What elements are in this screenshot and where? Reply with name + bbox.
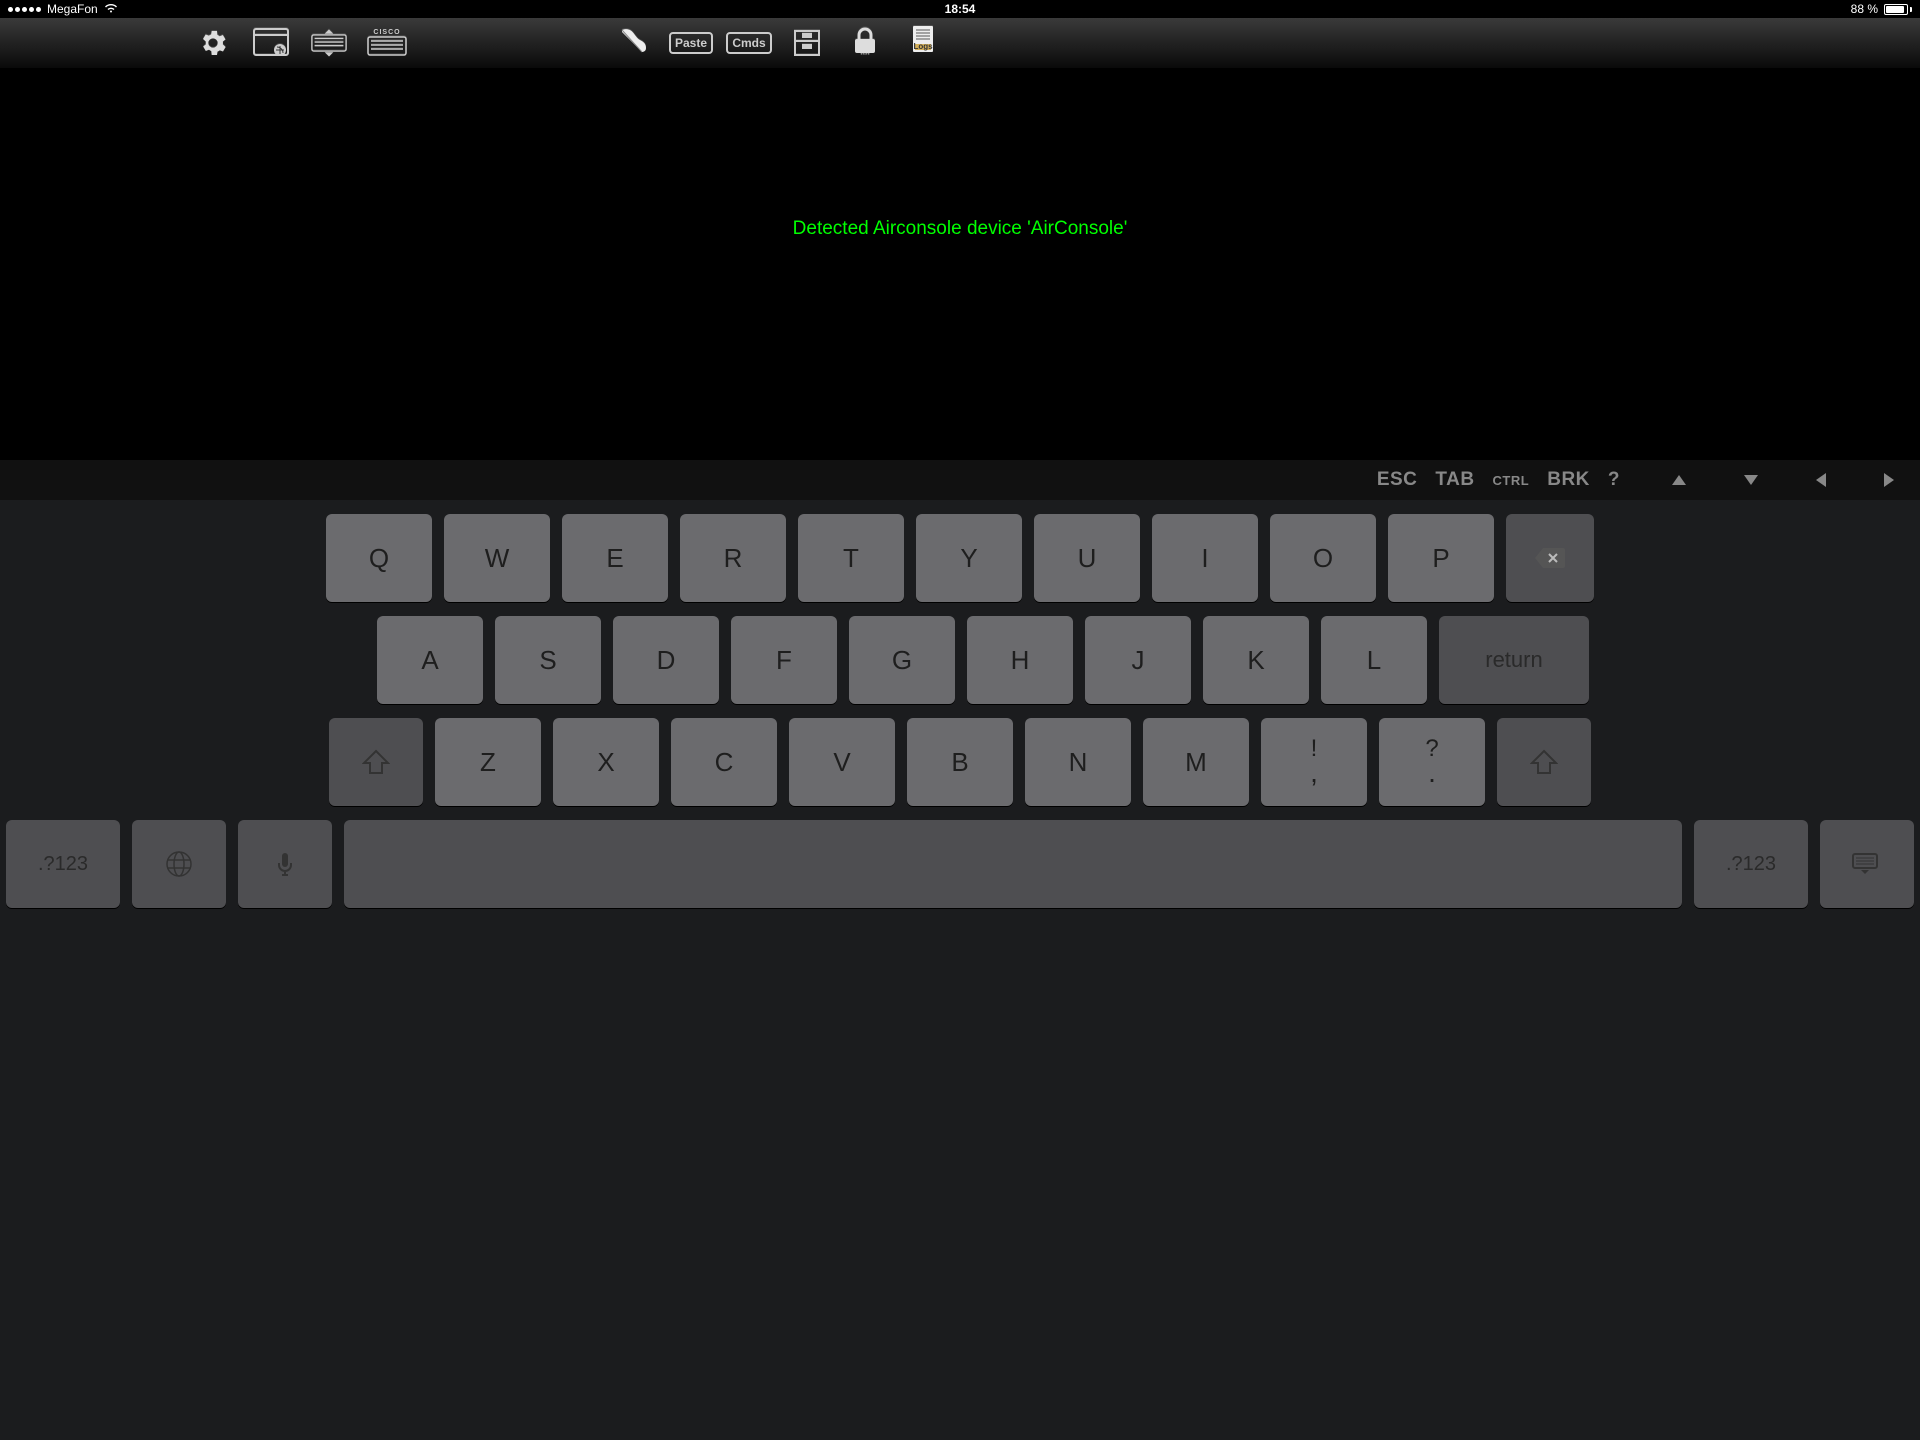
cmds-label: Cmds (726, 32, 771, 54)
settings-gear-icon[interactable] (195, 25, 231, 61)
key-i[interactable]: I (1152, 514, 1258, 602)
carrier-label: MegaFon (47, 2, 98, 16)
key-t[interactable]: T (798, 514, 904, 602)
function-key-row: ESC TAB CTRL BRK ? (0, 460, 1920, 500)
brk-key[interactable]: BRK (1547, 469, 1590, 491)
backspace-key[interactable] (1506, 514, 1594, 602)
key-k[interactable]: K (1203, 616, 1309, 704)
cisco-keyboard-icon[interactable]: CISCO (369, 25, 405, 61)
key-punct-,[interactable]: !, (1261, 718, 1367, 806)
battery-icon (1884, 4, 1912, 15)
browser-window-icon[interactable] (253, 25, 289, 61)
key-punct-.[interactable]: ?. (1379, 718, 1485, 806)
key-z[interactable]: Z (435, 718, 541, 806)
key-c[interactable]: C (671, 718, 777, 806)
key-q[interactable]: Q (326, 514, 432, 602)
key-v[interactable]: V (789, 718, 895, 806)
shift-right-key[interactable] (1497, 718, 1591, 806)
lock-password-icon[interactable]: **** (847, 25, 883, 61)
arrow-up-key[interactable] (1670, 473, 1688, 487)
globe-key[interactable] (132, 820, 226, 908)
shift-left-key[interactable] (329, 718, 423, 806)
arrow-right-key[interactable] (1882, 471, 1896, 489)
paste-label: Paste (669, 32, 713, 54)
numkey-left[interactable]: .?123 (6, 820, 120, 908)
arrow-down-key[interactable] (1742, 473, 1760, 487)
key-o[interactable]: O (1270, 514, 1376, 602)
logs-button[interactable]: Logs (905, 25, 941, 61)
key-b[interactable]: B (907, 718, 1013, 806)
key-l[interactable]: L (1321, 616, 1427, 704)
cisco-label: CISCO (373, 29, 400, 36)
tab-key[interactable]: TAB (1435, 469, 1474, 491)
esc-key[interactable]: ESC (1377, 469, 1418, 491)
key-y[interactable]: Y (916, 514, 1022, 602)
arrow-left-key[interactable] (1814, 471, 1828, 489)
key-a[interactable]: A (377, 616, 483, 704)
signal-dots-icon (8, 7, 41, 12)
key-e[interactable]: E (562, 514, 668, 602)
ctrl-key[interactable]: CTRL (1493, 473, 1530, 488)
svg-text:****: **** (860, 53, 870, 59)
status-bar: MegaFon 18:54 88 % (0, 0, 1920, 18)
key-m[interactable]: M (1143, 718, 1249, 806)
key-h[interactable]: H (967, 616, 1073, 704)
key-x[interactable]: X (553, 718, 659, 806)
terminal-message: Detected Airconsole device 'AirConsole' (0, 218, 1920, 240)
cmds-button[interactable]: Cmds (731, 25, 767, 61)
keyboard-icon[interactable] (311, 25, 347, 61)
paste-button[interactable]: Paste (673, 25, 709, 61)
space-key[interactable] (344, 820, 1682, 908)
key-d[interactable]: D (613, 616, 719, 704)
battery-percent: 88 % (1851, 2, 1878, 16)
onscreen-keyboard: QWERTYUIOP ASDFGHJKLreturn ZXCVBNM!,?. .… (0, 500, 1920, 1440)
mic-key[interactable] (238, 820, 332, 908)
app-toolbar: CISCO Paste Cmds **** Logs (0, 18, 1920, 68)
help-key[interactable]: ? (1608, 469, 1620, 491)
wifi-icon (104, 2, 118, 16)
logs-label: Logs (913, 42, 932, 51)
key-s[interactable]: S (495, 616, 601, 704)
key-p[interactable]: P (1388, 514, 1494, 602)
key-r[interactable]: R (680, 514, 786, 602)
key-n[interactable]: N (1025, 718, 1131, 806)
script-scroll-icon[interactable] (615, 25, 651, 61)
key-g[interactable]: G (849, 616, 955, 704)
key-f[interactable]: F (731, 616, 837, 704)
key-j[interactable]: J (1085, 616, 1191, 704)
clock: 18:54 (945, 2, 976, 16)
numkey-right[interactable]: .?123 (1694, 820, 1808, 908)
key-u[interactable]: U (1034, 514, 1140, 602)
file-drawer-icon[interactable] (789, 25, 825, 61)
hide-keyboard-key[interactable] (1820, 820, 1914, 908)
key-w[interactable]: W (444, 514, 550, 602)
return-key[interactable]: return (1439, 616, 1589, 704)
